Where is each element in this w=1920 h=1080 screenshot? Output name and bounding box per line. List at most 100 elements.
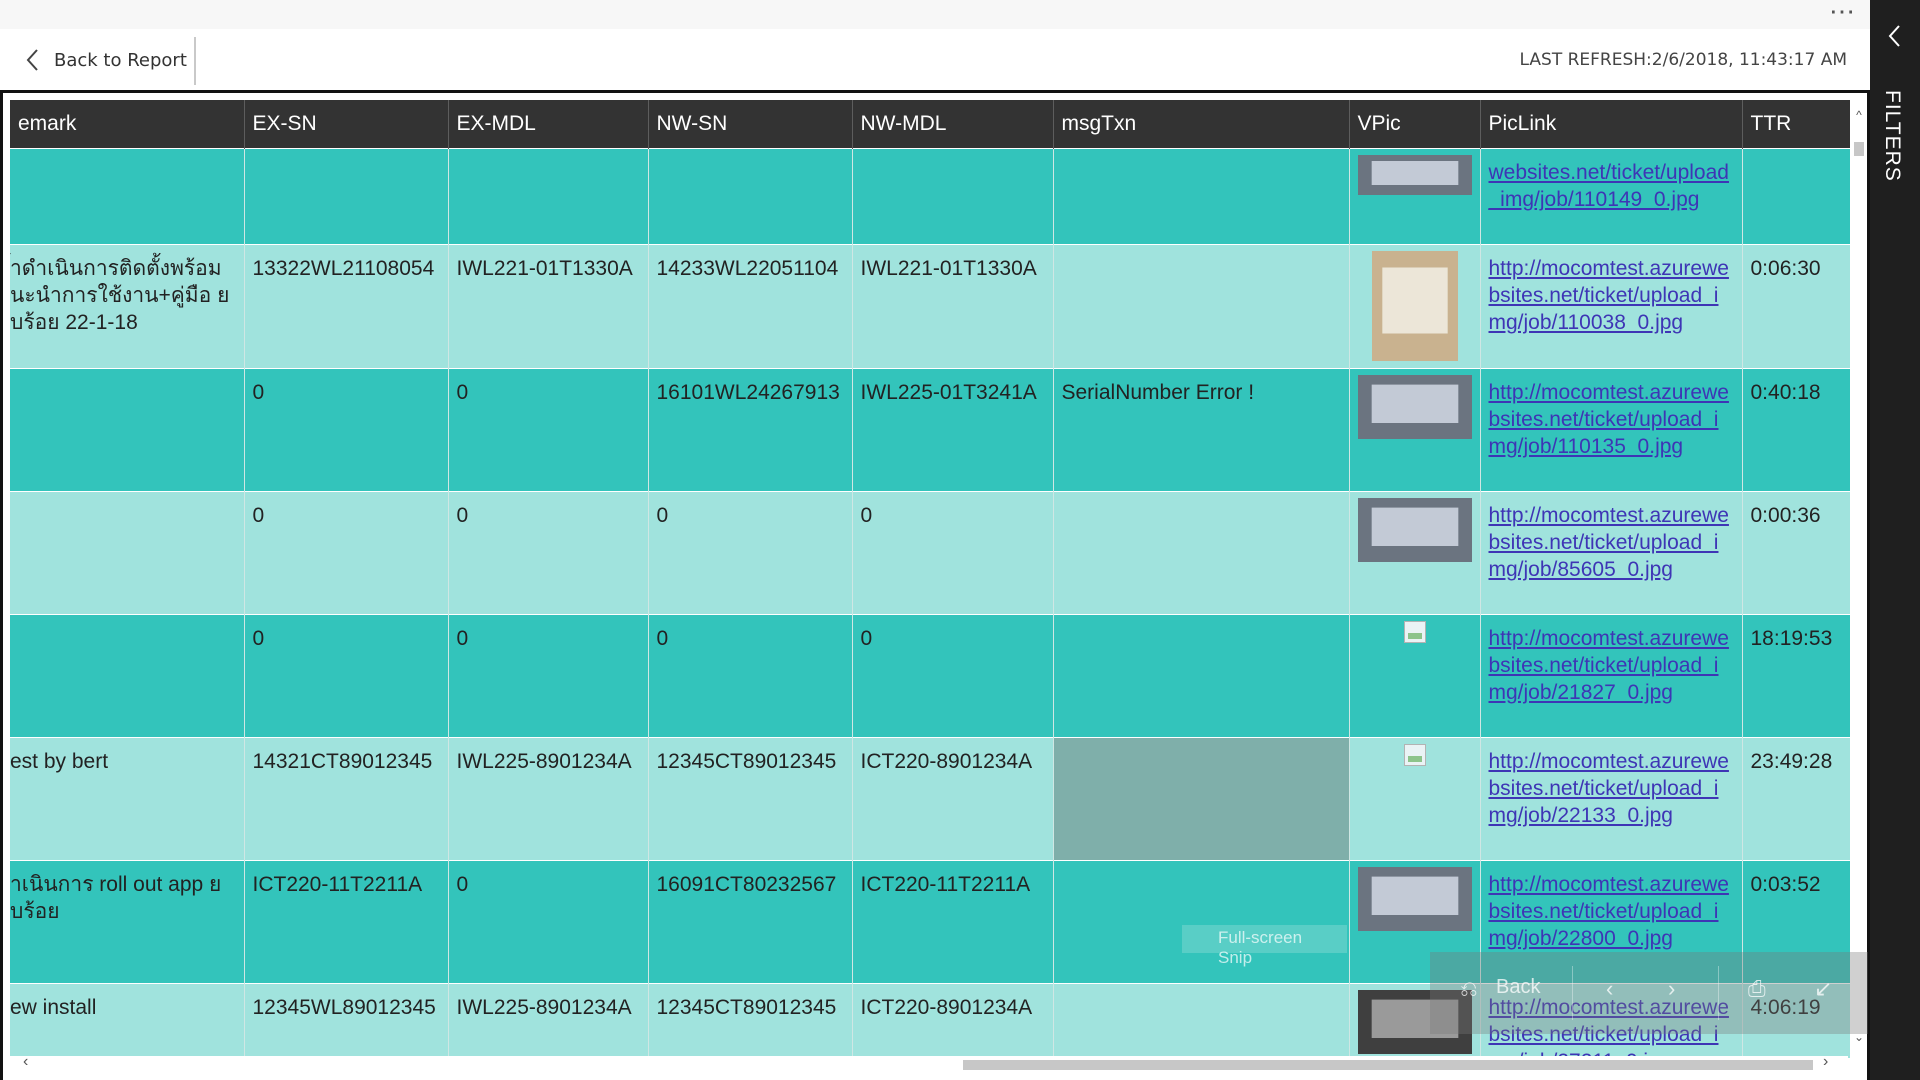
piclink-cell: websites.net/ticket/upload_img/job/11014… bbox=[1480, 147, 1743, 244]
table-row[interactable]: 0 0 0 0 http://mocomtest.azurewebsites.net/t… bbox=[10, 490, 1850, 614]
table-row[interactable]: est by bert 14321CT89012345 IWL225-8901234… bbox=[10, 736, 1850, 860]
last-refresh-text: LAST REFRESH:2/6/2018, 11:43:17 AM bbox=[1519, 50, 1847, 70]
nw-sn-cell: 0 bbox=[648, 490, 853, 614]
nw-sn-cell: 0 bbox=[648, 613, 853, 737]
msgtxn-cell bbox=[1053, 490, 1350, 614]
nw-mdl-cell: ICT220-8901234A bbox=[852, 982, 1054, 1058]
msgtxn-cell bbox=[1053, 736, 1350, 860]
ex-mdl-cell: 0 bbox=[448, 613, 649, 737]
nw-sn-cell bbox=[648, 147, 853, 244]
scroll-left-icon[interactable]: ‹ bbox=[23, 1053, 28, 1071]
piclink-cell: http://mocomtest.azurewebsites.net/ticke… bbox=[1480, 613, 1743, 737]
picture-link[interactable]: websites.net/ticket/upload_img/job/11014… bbox=[1489, 159, 1734, 213]
filters-pane[interactable]: FILTERS bbox=[1870, 0, 1920, 1080]
ex-mdl-cell bbox=[448, 147, 649, 244]
nw-mdl-cell: ICT220-8901234A bbox=[852, 736, 1054, 860]
header-divider bbox=[194, 37, 196, 85]
ttr-cell bbox=[1742, 147, 1850, 244]
vpic-cell bbox=[1349, 147, 1481, 244]
nw-mdl-cell: IWL221-01T1330A bbox=[852, 243, 1054, 368]
nw-mdl-cell bbox=[852, 147, 1054, 244]
back-circle-icon[interactable]: ⎌ bbox=[1460, 976, 1478, 1002]
data-table-container: emark EX-SN EX-MDL NW-SN NW-MDL msgTxn VPic Pic… bbox=[10, 100, 1850, 1058]
ex-sn-cell: ICT220-11T2211A bbox=[244, 859, 449, 983]
nw-mdl-cell: 0 bbox=[852, 613, 1054, 737]
ex-sn-cell bbox=[244, 147, 449, 244]
broken-image-icon bbox=[1403, 743, 1426, 766]
msgtxn-cell bbox=[1053, 243, 1350, 368]
ex-sn-cell: 13322WL21108054 bbox=[244, 243, 449, 368]
ex-sn-cell: 0 bbox=[244, 367, 449, 491]
column-header-emark[interactable]: emark bbox=[10, 100, 245, 148]
collapse-icon[interactable]: ↙ bbox=[1814, 976, 1832, 1002]
column-header-nw-sn[interactable]: NW-SN bbox=[648, 100, 853, 148]
picture-link[interactable]: http://mocomtest.azurewebsites.net/ticke… bbox=[1489, 748, 1734, 829]
column-header-ttr[interactable]: TTR bbox=[1742, 100, 1850, 148]
piclink-cell: http://mocomtest.azurewebsites.net/ticke… bbox=[1480, 367, 1743, 491]
back-to-report-button[interactable]: Back to Report bbox=[24, 43, 187, 77]
picture-link[interactable]: http://mocomtest.azurewebsites.net/ticke… bbox=[1489, 625, 1734, 706]
horizontal-scroll-thumb[interactable] bbox=[963, 1060, 1813, 1070]
scroll-up-icon[interactable]: ^ bbox=[1852, 108, 1866, 122]
column-header-msgtxn[interactable]: msgTxn bbox=[1053, 100, 1350, 148]
ttr-cell: 23:49:28 bbox=[1742, 736, 1850, 860]
picture-link[interactable]: http://mocomtest.azurewebsites.net/ticke… bbox=[1489, 379, 1734, 460]
msgtxn-cell bbox=[1053, 613, 1350, 737]
table-body: websites.net/ticket/upload_img/job/11014… bbox=[10, 147, 1850, 1058]
ex-sn-cell: 0 bbox=[244, 613, 449, 737]
photo-thumbnail[interactable] bbox=[1371, 250, 1458, 361]
msgtxn-cell bbox=[1053, 147, 1350, 244]
next-arrow-icon[interactable]: › bbox=[1668, 976, 1675, 1002]
ex-sn-cell: 14321CT89012345 bbox=[244, 736, 449, 860]
remark-cell: ew install bbox=[10, 982, 245, 1058]
nw-sn-cell: 14233WL22051104 bbox=[648, 243, 853, 368]
nw-mdl-cell: ICT220-11T2211A bbox=[852, 859, 1054, 983]
vertical-scrollbar[interactable]: ^ ⌄ bbox=[1850, 100, 1867, 1058]
nw-sn-cell: 12345CT89012345 bbox=[648, 982, 853, 1058]
remark-cell bbox=[10, 490, 245, 614]
vertical-scroll-thumb[interactable] bbox=[1854, 142, 1864, 156]
photo-thumbnail[interactable] bbox=[1357, 374, 1472, 439]
photo-thumbnail[interactable] bbox=[1357, 497, 1472, 562]
vpic-cell bbox=[1349, 367, 1481, 491]
table-row[interactable]: 0 0 16101WL24267913 IWL225-01T3241A SerialNu… bbox=[10, 367, 1850, 491]
ex-mdl-cell: 0 bbox=[448, 490, 649, 614]
nw-mdl-cell: IWL225-01T3241A bbox=[852, 367, 1054, 491]
msgtxn-cell bbox=[1053, 859, 1350, 983]
photo-thumbnail[interactable] bbox=[1357, 154, 1472, 195]
column-header-nw-mdl[interactable]: NW-MDL bbox=[852, 100, 1054, 148]
picture-link[interactable]: http://mocomtest.azurewebsites.net/ticke… bbox=[1489, 502, 1734, 583]
report-header: Back to Report LAST REFRESH:2/6/2018, 11… bbox=[0, 29, 1870, 91]
filters-label[interactable]: FILTERS bbox=[1880, 90, 1904, 182]
column-header-ex-mdl[interactable]: EX-MDL bbox=[448, 100, 649, 148]
photo-thumbnail[interactable] bbox=[1357, 866, 1472, 931]
table-header-row: emark EX-SN EX-MDL NW-SN NW-MDL msgTxn VPic Pic… bbox=[10, 100, 1850, 148]
piclink-cell: http://mocomtest.azurewebsites.net/ticke… bbox=[1480, 490, 1743, 614]
nw-mdl-cell: 0 bbox=[852, 490, 1054, 614]
more-options-icon[interactable]: ⋯ bbox=[1829, 0, 1856, 24]
vpic-cell bbox=[1349, 243, 1481, 368]
column-header-vpic[interactable]: VPic bbox=[1349, 100, 1481, 148]
ttr-cell: 0:40:18 bbox=[1742, 367, 1850, 491]
chevron-left-icon bbox=[26, 49, 38, 71]
data-table: emark EX-SN EX-MDL NW-SN NW-MDL msgTxn VPic Pic… bbox=[10, 100, 1850, 1058]
horizontal-scrollbar[interactable]: ‹ › bbox=[3, 1053, 1848, 1072]
nw-sn-cell: 16091CT80232567 bbox=[648, 859, 853, 983]
column-header-ex-sn[interactable]: EX-SN bbox=[244, 100, 449, 148]
full-screen-snip-hint: Full-screen Snip bbox=[1182, 925, 1347, 967]
msgtxn-cell: SerialNumber Error ! bbox=[1053, 367, 1350, 491]
printer-icon[interactable]: ⎙ bbox=[1748, 976, 1766, 1002]
msgtxn-cell bbox=[1053, 982, 1350, 1058]
snip-back-button[interactable]: Back bbox=[1496, 976, 1540, 999]
scroll-right-icon[interactable]: › bbox=[1823, 1053, 1828, 1071]
column-header-piclink[interactable]: PicLink bbox=[1480, 100, 1743, 148]
table-row[interactable]: websites.net/ticket/upload_img/job/11014… bbox=[10, 147, 1850, 244]
chevron-left-icon[interactable] bbox=[1884, 22, 1906, 50]
picture-link[interactable]: http://mocomtest.azurewebsites.net/ticke… bbox=[1489, 871, 1734, 952]
picture-link[interactable]: http://mocomtest.azurewebsites.net/ticke… bbox=[1489, 255, 1734, 336]
broken-image-icon bbox=[1403, 620, 1426, 643]
table-row[interactable]: 0 0 0 0 http://mocomtest.azurewebsites.net/t… bbox=[10, 613, 1850, 737]
remark-cell: est by bert bbox=[10, 736, 245, 860]
table-row[interactable]: ้าดำเนินการติดตั้งพร้อม นะนำการใช้งาน+คู… bbox=[10, 243, 1850, 368]
previous-arrow-icon[interactable]: ‹ bbox=[1606, 976, 1613, 1002]
